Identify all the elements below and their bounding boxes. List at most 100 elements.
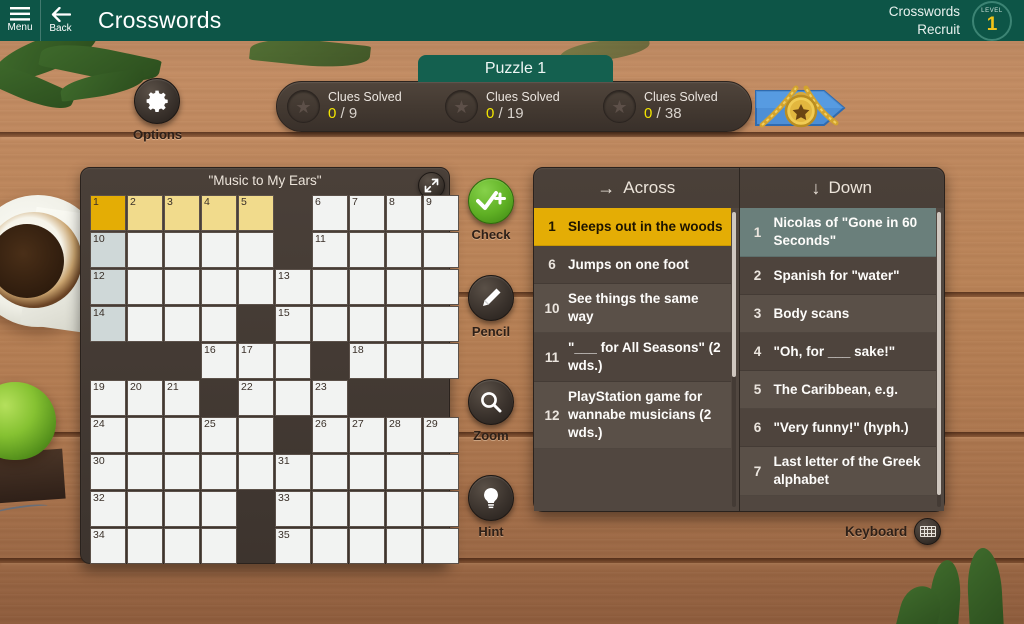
grid-cell[interactable]: 22 <box>238 380 274 416</box>
grid-cell[interactable]: 15 <box>275 306 311 342</box>
menu-button[interactable]: Menu <box>0 0 40 41</box>
grid-cell[interactable] <box>275 343 311 379</box>
grid-cell[interactable] <box>127 417 163 453</box>
grid-cell[interactable]: 17 <box>238 343 274 379</box>
puzzle-tab[interactable]: Puzzle 1 <box>418 55 613 82</box>
grid-cell[interactable]: 26 <box>312 417 348 453</box>
profile-area[interactable]: Crosswords Recruit LEVEL 1 <box>889 0 1024 41</box>
across-scroll-thumb[interactable] <box>731 212 736 378</box>
grid-cell[interactable]: 20 <box>127 380 163 416</box>
grid-cell[interactable]: 35 <box>275 528 311 564</box>
grid-cell[interactable] <box>201 528 237 564</box>
grid-cell[interactable] <box>423 454 459 490</box>
grid-cell[interactable] <box>238 232 274 268</box>
grid-cell[interactable]: 1 <box>90 195 126 231</box>
grid-cell[interactable]: 34 <box>90 528 126 564</box>
clue-row[interactable]: 12 PlayStation game for wannabe musicians… <box>534 382 731 449</box>
grid-cell[interactable] <box>423 269 459 305</box>
grid-cell[interactable]: 16 <box>201 343 237 379</box>
grid-cell[interactable] <box>386 306 422 342</box>
grid-cell[interactable] <box>238 269 274 305</box>
tab-across[interactable]: → Across <box>534 168 740 208</box>
grid-cell[interactable]: 30 <box>90 454 126 490</box>
grid-cell[interactable] <box>164 417 200 453</box>
down-scroll-thumb[interactable] <box>937 212 941 496</box>
across-clue-column[interactable]: 1 Sleeps out in the woods 6 Jumps on one fo… <box>534 208 740 511</box>
grid-cell[interactable] <box>423 491 459 527</box>
grid-cell[interactable] <box>312 454 348 490</box>
grid-cell[interactable] <box>127 491 163 527</box>
clue-row[interactable]: 1 Sleeps out in the woods <box>534 208 731 246</box>
clue-row[interactable]: 4 "Oh, for ___ sake!" <box>739 333 936 371</box>
clue-row[interactable]: 10 See things the same way <box>534 284 731 333</box>
hint-button[interactable]: Hint <box>467 475 515 539</box>
grid-cell[interactable]: 9 <box>423 195 459 231</box>
keyboard-button[interactable]: Keyboard <box>845 518 942 545</box>
grid-cell[interactable] <box>201 491 237 527</box>
options-button[interactable]: Options <box>133 78 182 142</box>
grid-cell[interactable]: 3 <box>164 195 200 231</box>
grid-cell[interactable]: 2 <box>127 195 163 231</box>
grid-cell[interactable] <box>423 232 459 268</box>
across-scrollbar[interactable] <box>731 212 736 507</box>
grid-cell[interactable] <box>386 232 422 268</box>
grid-cell[interactable] <box>201 306 237 342</box>
clue-row[interactable]: 6 "Very funny!" (hyph.) <box>739 409 936 447</box>
grid-cell[interactable] <box>386 269 422 305</box>
grid-cell[interactable]: 13 <box>275 269 311 305</box>
grid-cell[interactable]: 31 <box>275 454 311 490</box>
zoom-button[interactable]: Zoom <box>467 379 515 443</box>
grid-cell[interactable] <box>423 528 459 564</box>
grid-cell[interactable] <box>164 232 200 268</box>
grid-cell[interactable] <box>312 528 348 564</box>
grid-cell[interactable] <box>349 232 385 268</box>
grid-cell[interactable] <box>349 269 385 305</box>
grid-cell[interactable]: 14 <box>90 306 126 342</box>
grid-cell[interactable] <box>164 491 200 527</box>
grid-cell[interactable] <box>423 306 459 342</box>
grid-cell[interactable] <box>164 269 200 305</box>
clue-row[interactable]: 1 Nicolas of "Gone in 60 Seconds" <box>739 208 936 257</box>
grid-cell[interactable]: 24 <box>90 417 126 453</box>
grid-cell[interactable]: 18 <box>349 343 385 379</box>
grid-cell[interactable] <box>164 306 200 342</box>
clue-row[interactable]: 3 Body scans <box>739 295 936 333</box>
grid-cell[interactable] <box>349 528 385 564</box>
grid-cell[interactable] <box>349 454 385 490</box>
clue-row[interactable]: 2 Spanish for "water" <box>739 257 936 295</box>
grid-cell[interactable] <box>201 232 237 268</box>
grid-cell[interactable]: 32 <box>90 491 126 527</box>
down-scrollbar[interactable] <box>937 212 941 507</box>
grid-cell[interactable] <box>164 454 200 490</box>
grid-cell[interactable]: 21 <box>164 380 200 416</box>
grid-cell[interactable] <box>386 454 422 490</box>
clue-row[interactable]: 7 Last letter of the Greek alphabet <box>739 447 936 496</box>
grid-cell[interactable] <box>386 343 422 379</box>
back-button[interactable]: Back <box>40 0 80 41</box>
grid-cell[interactable] <box>238 417 274 453</box>
grid-cell[interactable]: 29 <box>423 417 459 453</box>
crossword-grid[interactable]: 1 2 3 4 5 6 7 8 9 10 11 12 13 14 15 16 17 18 19 20 21 22 23 24 2… <box>90 195 459 564</box>
grid-cell[interactable]: 10 <box>90 232 126 268</box>
grid-cell[interactable] <box>164 528 200 564</box>
level-badge[interactable]: LEVEL 1 <box>972 0 1012 41</box>
grid-cell[interactable]: 4 <box>201 195 237 231</box>
grid-cell[interactable]: 25 <box>201 417 237 453</box>
grid-cell[interactable] <box>386 528 422 564</box>
grid-cell[interactable] <box>238 454 274 490</box>
grid-cell[interactable] <box>312 306 348 342</box>
grid-cell[interactable]: 19 <box>90 380 126 416</box>
grid-cell[interactable]: 8 <box>386 195 422 231</box>
grid-cell[interactable] <box>127 269 163 305</box>
grid-cell[interactable] <box>312 269 348 305</box>
grid-cell[interactable] <box>201 454 237 490</box>
grid-cell[interactable] <box>349 491 385 527</box>
grid-cell[interactable]: 11 <box>312 232 348 268</box>
grid-cell[interactable] <box>127 454 163 490</box>
grid-cell[interactable]: 7 <box>349 195 385 231</box>
grid-cell[interactable] <box>201 269 237 305</box>
clue-row[interactable]: 11 "___ for All Seasons" (2 wds.) <box>534 333 731 382</box>
grid-cell[interactable]: 27 <box>349 417 385 453</box>
pencil-button[interactable]: Pencil <box>467 275 515 339</box>
grid-cell[interactable] <box>312 491 348 527</box>
